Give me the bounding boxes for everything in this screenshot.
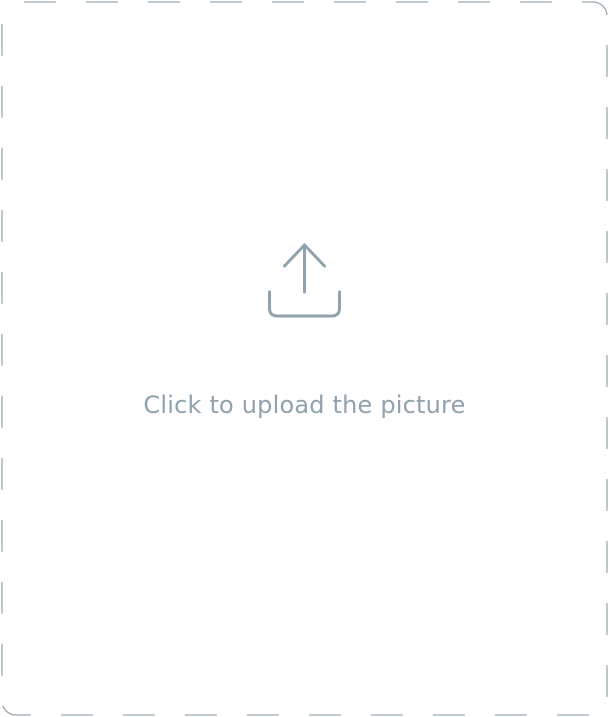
upload-icon (268, 243, 341, 318)
dashed-border (1, 1, 608, 716)
upload-label: Click to upload the picture (143, 391, 466, 419)
upload-dropzone[interactable]: Click to upload the picture (0, 0, 609, 717)
